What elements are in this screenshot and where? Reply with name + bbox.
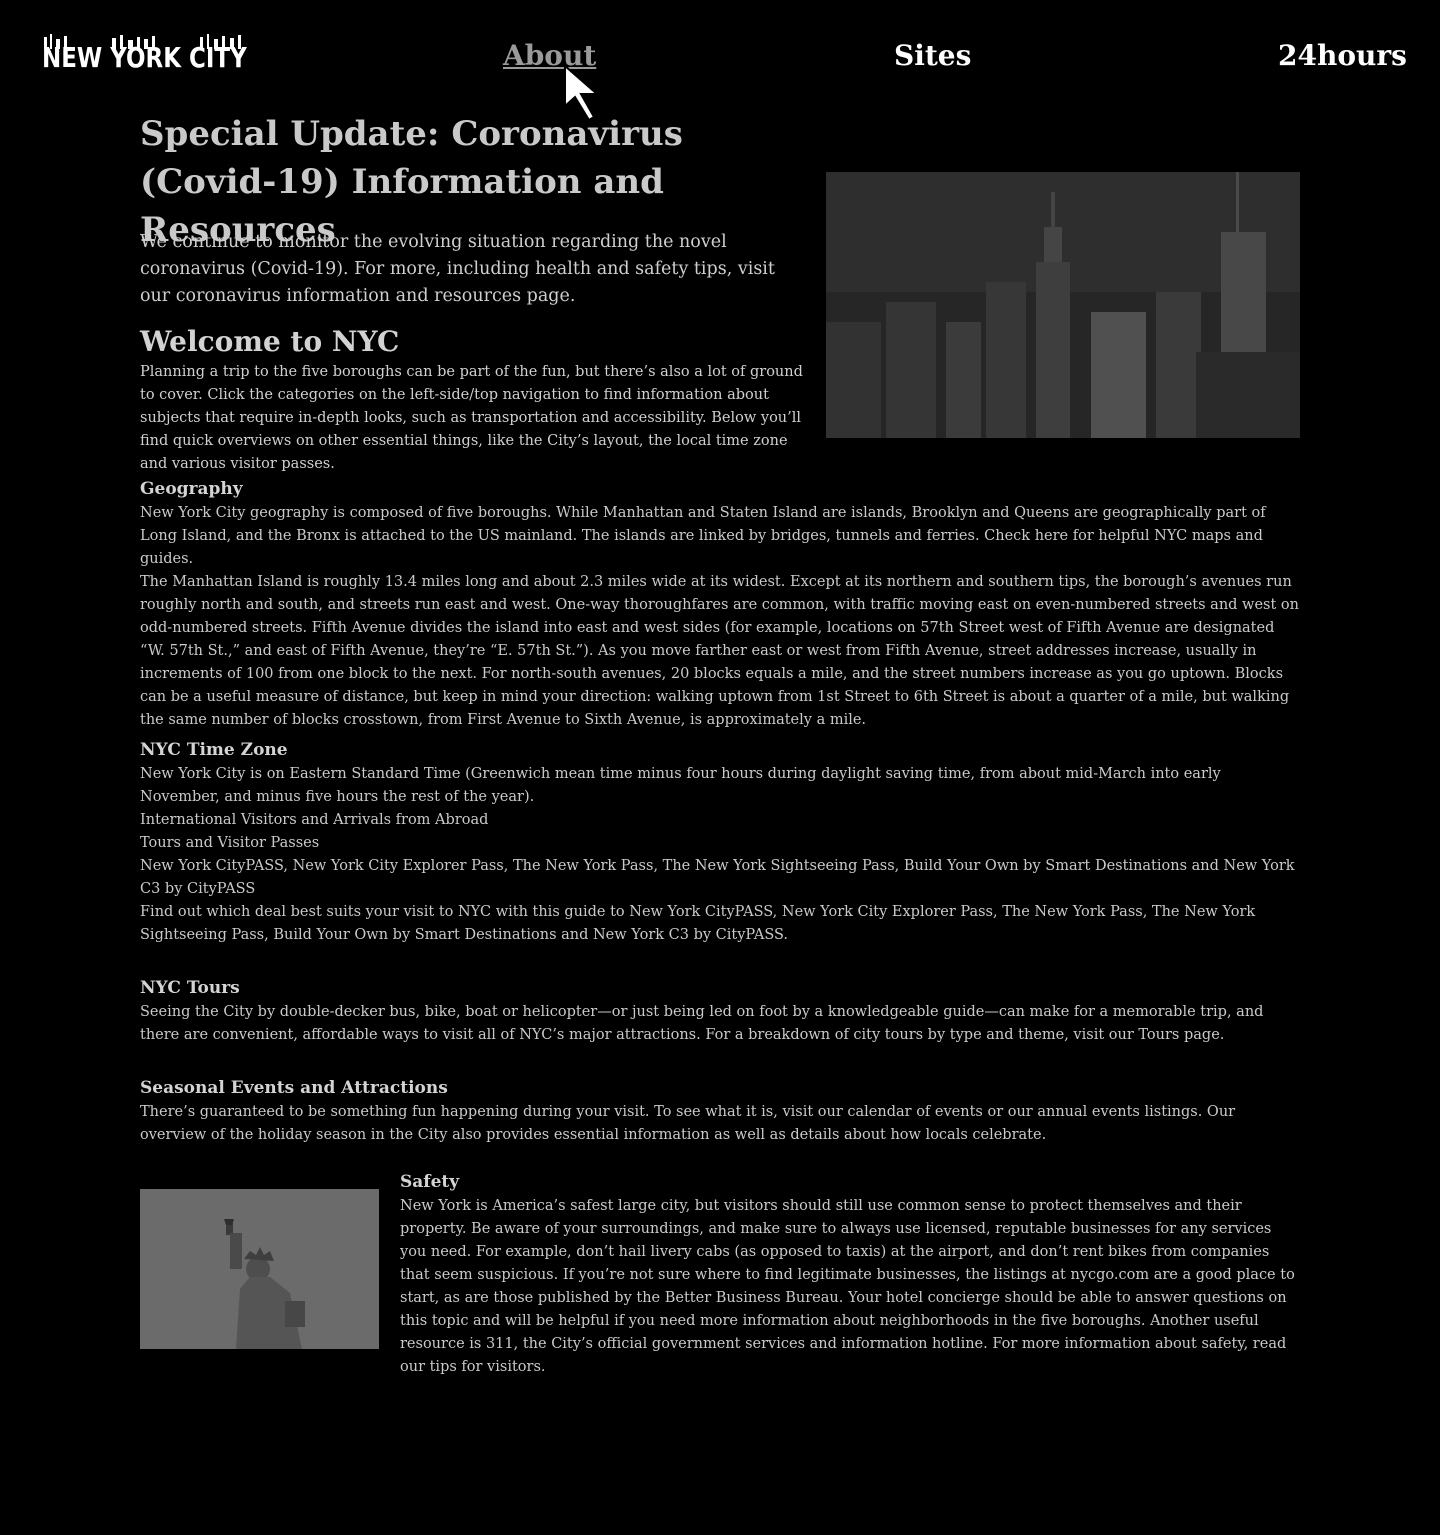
- nav-link-sites[interactable]: Sites: [894, 36, 971, 76]
- statue-of-liberty-image: [140, 1189, 379, 1349]
- welcome-body: Planning a trip to the five boroughs can…: [140, 364, 803, 472]
- geography-paragraph-2: The Manhattan Island is roughly 13.4 mil…: [140, 574, 1299, 728]
- top-navigation: NEW YORK CITY About Sites 24hours: [0, 0, 1440, 122]
- nav-link-24hours[interactable]: 24hours: [1278, 36, 1407, 76]
- welcome-title: Welcome to NYC: [140, 325, 400, 358]
- timezone-paragraph-1: New York City is on Eastern Standard Tim…: [140, 766, 1221, 805]
- seasonal-body: There’s guaranteed to be something fun h…: [140, 1104, 1236, 1143]
- seasonal-title: Seasonal Events and Attractions: [140, 1078, 448, 1098]
- safety-section: Safety New York is America’s safest larg…: [400, 1170, 1300, 1379]
- seasonal-section: Seasonal Events and Attractions There’s …: [140, 1076, 1300, 1147]
- timezone-paragraph-4: New York CityPASS, New York City Explore…: [140, 858, 1295, 897]
- tours-section: NYC Tours Seeing the City by double-deck…: [140, 976, 1300, 1047]
- geography-title: Geography: [140, 479, 243, 499]
- timezone-paragraph-2: International Visitors and Arrivals from…: [140, 812, 489, 828]
- safety-body: New York is America’s safest large city,…: [400, 1198, 1295, 1375]
- site-logo[interactable]: NEW YORK CITY: [42, 36, 247, 80]
- geography-section: Geography New York City geography is com…: [140, 477, 1300, 732]
- covid-body: We continue to monitor the evolving situ…: [140, 232, 775, 306]
- city-skyline-image: [826, 172, 1300, 438]
- timezone-title: NYC Time Zone: [140, 740, 288, 760]
- tours-title: NYC Tours: [140, 978, 240, 998]
- safety-title: Safety: [400, 1172, 460, 1192]
- timezone-section: NYC Time Zone New York City is on Easter…: [140, 738, 1300, 947]
- skyline-photo-graphic: [826, 172, 1300, 438]
- geography-paragraph-1: New York City geography is composed of f…: [140, 505, 1266, 567]
- tours-body: Seeing the City by double-decker bus, bi…: [140, 1004, 1264, 1043]
- statue-photo-graphic: [140, 1189, 379, 1349]
- timezone-paragraph-3: Tours and Visitor Passes: [140, 835, 320, 851]
- timezone-paragraph-5: Find out which deal best suits your visi…: [140, 904, 1256, 943]
